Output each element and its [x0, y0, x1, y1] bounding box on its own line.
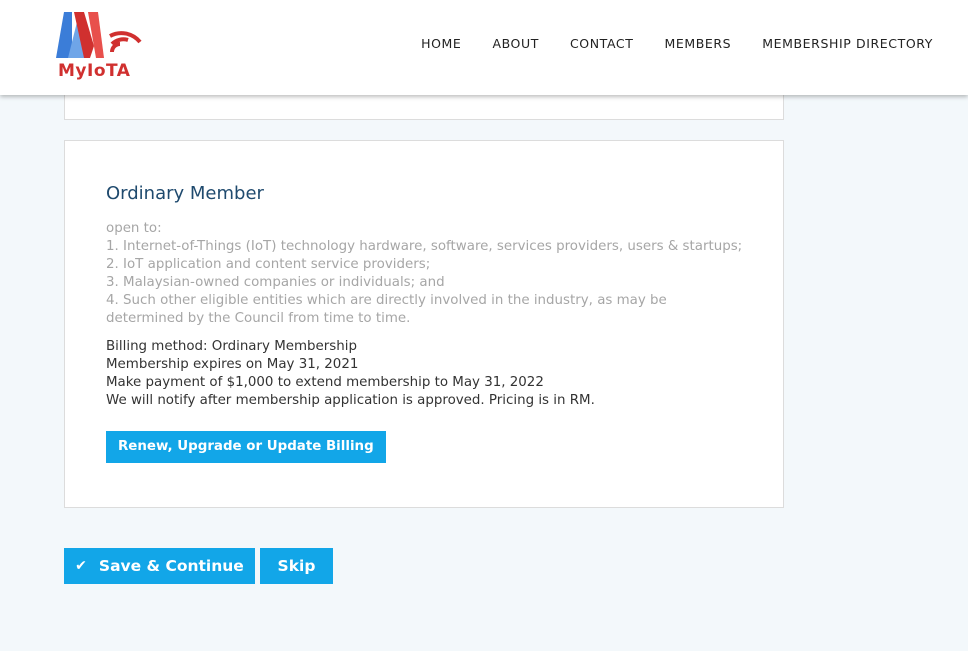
- site-header: MyIoTA HOME ABOUT CONTACT MEMBERS MEMBER…: [0, 0, 968, 95]
- renew-upgrade-billing-button[interactable]: Renew, Upgrade or Update Billing: [106, 431, 386, 463]
- description-line: 4. Such other eligible entities which ar…: [106, 293, 667, 326]
- nav-members[interactable]: MEMBERS: [664, 36, 731, 51]
- skip-button[interactable]: Skip: [260, 548, 333, 584]
- membership-expiry: Membership expires on May 31, 2021: [106, 357, 359, 372]
- notify-info: We will notify after membership applicat…: [106, 393, 595, 408]
- payment-info: Make payment of $1,000 to extend members…: [106, 375, 544, 390]
- save-continue-button[interactable]: ✔ Save & Continue: [64, 548, 255, 584]
- description-line: open to:: [106, 221, 162, 236]
- main-nav: HOME ABOUT CONTACT MEMBERS MEMBERSHIP DI…: [390, 36, 933, 51]
- billing-method: Billing method: Ordinary Membership: [106, 339, 357, 354]
- membership-description: open to: 1. Internet-of-Things (IoT) tec…: [106, 220, 746, 328]
- nav-about[interactable]: ABOUT: [492, 36, 539, 51]
- nav-home[interactable]: HOME: [421, 36, 461, 51]
- save-label: Save & Continue: [98, 557, 244, 575]
- nav-contact[interactable]: CONTACT: [570, 36, 633, 51]
- description-line: 2. IoT application and content service p…: [106, 257, 431, 272]
- logo-mark-icon: [56, 12, 142, 58]
- check-icon: ✔: [75, 558, 87, 574]
- billing-info: Billing method: Ordinary Membership Memb…: [106, 338, 746, 410]
- logo-text: MyIoTA: [58, 61, 131, 81]
- card-title: Ordinary Member: [106, 183, 264, 204]
- nav-membership-directory[interactable]: MEMBERSHIP DIRECTORY: [762, 36, 933, 51]
- description-line: 1. Internet-of-Things (IoT) technology h…: [106, 239, 743, 254]
- description-line: 3. Malaysian-owned companies or individu…: [106, 275, 445, 290]
- membership-card: Ordinary Member open to: 1. Internet-of-…: [64, 140, 784, 508]
